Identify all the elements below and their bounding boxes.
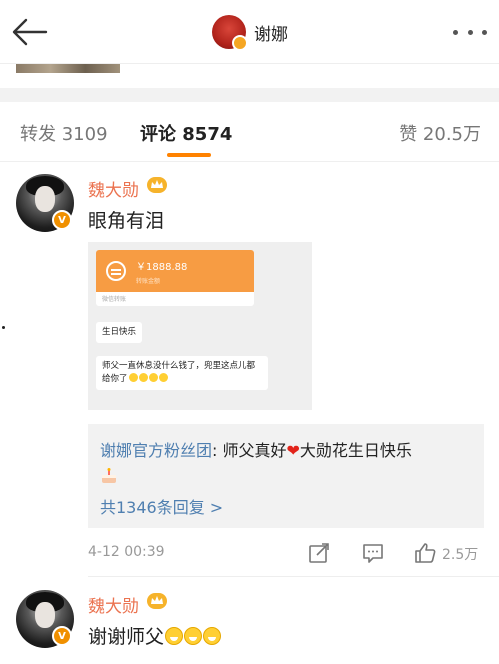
verified-badge-icon: V — [52, 210, 72, 230]
grin-emoji-icon — [203, 627, 222, 645]
transfer-card: ￥1888.88 转账金额 微信转账 — [96, 250, 254, 306]
comment-text: 谢谢师父 — [88, 626, 165, 648]
grin-emoji-icon — [165, 627, 184, 645]
cake-icon — [102, 468, 116, 483]
post-image[interactable] — [16, 64, 120, 73]
author-avatar[interactable] — [212, 15, 248, 51]
comment-meta: 4-12 00:39 2.5万 — [0, 540, 499, 570]
tab-reposts[interactable]: 转发 3109 — [20, 120, 108, 146]
crown-badge-icon — [147, 593, 167, 609]
comment-divider — [88, 576, 499, 577]
comment-author[interactable]: 魏大勋 — [88, 592, 139, 617]
tab-comments[interactable]: 评论 8574 — [140, 120, 232, 146]
crown-badge-icon — [147, 177, 167, 193]
reply-item: 谢娜官方粉丝团: 师父真好❤大勋花生日快乐 — [100, 438, 480, 490]
tab-likes[interactable]: 赞 20.5万 — [399, 120, 481, 146]
comment-time: 4-12 00:39 — [88, 544, 165, 560]
grin-emoji-icon — [184, 627, 203, 645]
active-tab-indicator — [167, 153, 211, 157]
back-arrow-icon[interactable] — [10, 16, 50, 48]
post-author[interactable]: 谢娜 — [212, 15, 288, 51]
reply-text-after: 大勋花生日快乐 — [299, 441, 412, 460]
scroll-marker — [2, 326, 5, 329]
section-divider — [0, 88, 499, 102]
view-all-replies-link[interactable]: 共1346条回复 > — [100, 494, 223, 518]
reply-author[interactable]: 谢娜官方粉丝团 — [100, 441, 212, 460]
reply-text: 师父真好 — [222, 441, 287, 460]
page-title: 谢娜 — [254, 24, 288, 45]
like-count: 2.5万 — [442, 547, 479, 563]
comment-icon[interactable] — [362, 542, 384, 564]
comment-image[interactable]: ￥1888.88 转账金额 微信转账 生日快乐 师父一直休息没什么钱了，兜里这点… — [88, 242, 312, 410]
verified-badge-icon: V — [52, 626, 72, 646]
comment-text: 眼角有泪 — [88, 210, 165, 232]
tab-bar: 转发 3109 评论 8574 赞 20.5万 — [0, 102, 499, 162]
more-options-icon[interactable] — [453, 22, 487, 42]
top-bar: 谢娜 — [0, 0, 499, 64]
transfer-sub: 转账金额 — [136, 278, 161, 285]
transfer-icon — [106, 261, 126, 281]
comment-text-row: 谢谢师父 — [88, 622, 222, 649]
share-icon[interactable] — [308, 542, 330, 564]
transfer-amount: ￥1888.88 — [136, 262, 188, 273]
reply-box[interactable]: 谢娜官方粉丝团: 师父真好❤大勋花生日快乐 共1346条回复 > — [88, 424, 484, 528]
chat-bubble: 师父一直休息没什么钱了，兜里这点儿都给你了 — [96, 356, 268, 390]
transfer-footer: 微信转账 — [102, 296, 127, 303]
like-icon[interactable] — [414, 542, 436, 564]
chat-bubble: 生日快乐 — [96, 322, 143, 343]
comment-author[interactable]: 魏大勋 — [88, 176, 139, 201]
heart-icon: ❤ — [286, 441, 300, 460]
